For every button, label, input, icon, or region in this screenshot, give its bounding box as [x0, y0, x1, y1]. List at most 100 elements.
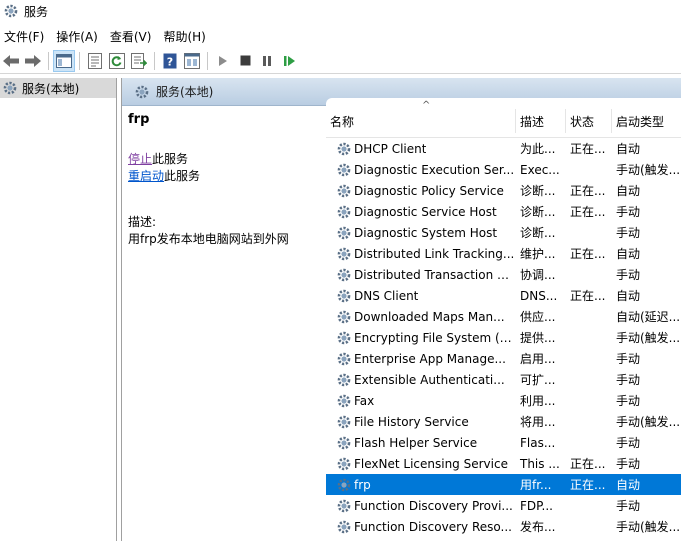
console-tree: 服务(本地) [0, 78, 117, 541]
column-header-name[interactable]: 名称 [326, 109, 516, 133]
menu-action[interactable]: 操作(A) [50, 28, 104, 45]
stop-action-suffix: 此服务 [152, 152, 189, 166]
service-row[interactable]: Downloaded Maps Man... 供应... 自动(延迟... [326, 306, 681, 327]
service-row[interactable]: Diagnostic Policy Service 诊断... 正在... 自动 [326, 180, 681, 201]
service-description: 提供... [520, 331, 556, 345]
service-gear-icon [337, 478, 351, 491]
service-gear-icon [337, 436, 351, 449]
resume-service-button[interactable] [278, 50, 300, 72]
stop-action: 停止此服务 [128, 151, 320, 168]
export-list-button[interactable] [128, 50, 150, 72]
service-description: This ... [520, 456, 560, 471]
service-description: FDP... [520, 498, 553, 513]
service-startup-type: 手动 [616, 457, 641, 471]
service-row[interactable]: Encrypting File System (E... 提供... 手动(触发..… [326, 327, 681, 348]
column-header-row: ^ 名称 描述 状态 启动类型 [326, 98, 681, 138]
service-name-cell: FlexNet Licensing Service [326, 456, 516, 472]
service-name: Diagnostic System Host [354, 225, 498, 240]
menu-view[interactable]: 查看(V) [104, 28, 158, 45]
service-startup-type: 手动 [616, 268, 641, 282]
service-row[interactable]: Geolocation Service此服...正在...手动 [326, 537, 681, 541]
service-name: Enterprise App Manage... [354, 351, 506, 366]
column-header-startup-type[interactable]: 启动类型 [612, 109, 681, 133]
service-status: 正在... [570, 184, 606, 198]
service-description: 诊断... [520, 184, 556, 198]
service-row[interactable]: Function Discovery Provi... FDP... 手动 [326, 495, 681, 516]
service-row[interactable]: Fax 利用... 手动 [326, 390, 681, 411]
service-row[interactable]: DHCP Client 为此... 正在... 自动 [326, 138, 681, 159]
title-bar: 服务 [0, 0, 681, 22]
service-description: 供应... [520, 310, 556, 324]
service-row[interactable]: Enterprise App Manage... 启用... 手动 [326, 348, 681, 369]
service-gear-icon [337, 520, 351, 533]
restart-service-link[interactable]: 重启动 [128, 169, 164, 183]
toolbar-separator [79, 51, 80, 70]
service-row[interactable]: frp 用fr... 正在... 自动 [326, 474, 681, 495]
back-button[interactable] [0, 50, 22, 72]
service-gear-icon [337, 205, 351, 218]
service-row[interactable]: Diagnostic Service Host 诊断... 正在... 手动 [326, 201, 681, 222]
service-gear-icon [337, 268, 351, 281]
refresh-button[interactable] [106, 50, 128, 72]
description-text: 用frp发布本地电脑网站到外网 [128, 232, 289, 246]
service-row[interactable]: Diagnostic Execution Ser... Exec... 手动(触发.… [326, 159, 681, 180]
service-description: 维护... [520, 247, 556, 261]
service-row[interactable]: Distributed Link Tracking... 维护... 正在... 自动 [326, 243, 681, 264]
service-row[interactable]: FlexNet Licensing Service This ... 正在... 手动 [326, 453, 681, 474]
menu-file[interactable]: 文件(F) [0, 28, 50, 45]
service-row[interactable]: Extensible Authenticati... 可扩... 手动 [326, 369, 681, 390]
forward-button[interactable] [22, 50, 44, 72]
menu-help[interactable]: 帮助(H) [157, 28, 211, 45]
service-gear-icon [337, 226, 351, 239]
service-row[interactable]: File History Service 将用... 手动(触发... [326, 411, 681, 432]
tree-item-label: 服务(本地) [22, 81, 80, 96]
service-name: Flash Helper Service [354, 435, 478, 450]
stop-service-link[interactable]: 停止 [128, 152, 152, 166]
services-gear-icon [3, 81, 17, 95]
pause-service-button[interactable] [256, 50, 278, 72]
service-row[interactable]: Function Discovery Reso... 发布... 手动(触发... [326, 516, 681, 537]
service-name: FlexNet Licensing Service [354, 456, 508, 471]
service-row[interactable]: Diagnostic System Host 诊断... 手动 [326, 222, 681, 243]
toolbar-separator [154, 51, 155, 70]
service-startup-type: 手动 [616, 205, 641, 219]
service-startup-type: 手动(触发... [616, 520, 681, 534]
show-console-tree-button[interactable] [53, 49, 75, 72]
tree-item-services-local[interactable]: 服务(本地) [0, 78, 116, 98]
service-startup-type: 自动 [616, 478, 641, 492]
service-row[interactable]: DNS Client DNS... 正在... 自动 [326, 285, 681, 306]
service-description: 可扩... [520, 373, 556, 387]
start-service-button[interactable] [212, 50, 234, 72]
service-name-cell: DHCP Client [326, 141, 516, 157]
service-row[interactable]: Distributed Transaction C... 协调... 手动 [326, 264, 681, 285]
service-rows: DHCP Client 为此... 正在... 自动 Diagnostic Execut… [326, 138, 681, 541]
service-status: 正在... [570, 247, 606, 261]
service-gear-icon [337, 331, 351, 344]
stop-service-button[interactable] [234, 50, 256, 72]
service-name-cell: Enterprise App Manage... [326, 351, 516, 367]
service-startup-type: 手动 [616, 499, 641, 513]
window-title: 服务 [24, 4, 49, 19]
service-gear-icon [337, 142, 351, 155]
restart-action-suffix: 此服务 [164, 169, 201, 183]
services-gear-icon [135, 85, 149, 98]
help-button[interactable]: ? [159, 50, 181, 72]
svg-text:?: ? [167, 55, 173, 68]
service-gear-icon [337, 373, 351, 386]
toolbar: ? [0, 48, 681, 74]
toolbar-separator [48, 51, 49, 70]
service-status: 正在... [570, 205, 606, 219]
properties-button[interactable] [84, 50, 106, 72]
service-gear-icon [337, 352, 351, 365]
service-name-cell: Diagnostic Policy Service [326, 183, 516, 199]
service-row[interactable]: Flash Helper Service Flas... 手动 [326, 432, 681, 453]
service-startup-type: 自动 [616, 184, 641, 198]
help-topics-button[interactable] [181, 50, 203, 72]
service-startup-type: 自动 [616, 142, 641, 156]
column-header-status[interactable]: 状态 [566, 109, 612, 133]
service-gear-icon [337, 184, 351, 197]
column-header-description[interactable]: 描述 [516, 109, 566, 133]
service-description: Flas... [520, 435, 556, 450]
service-startup-type: 自动 [616, 289, 641, 303]
start-service-icon [219, 55, 227, 66]
